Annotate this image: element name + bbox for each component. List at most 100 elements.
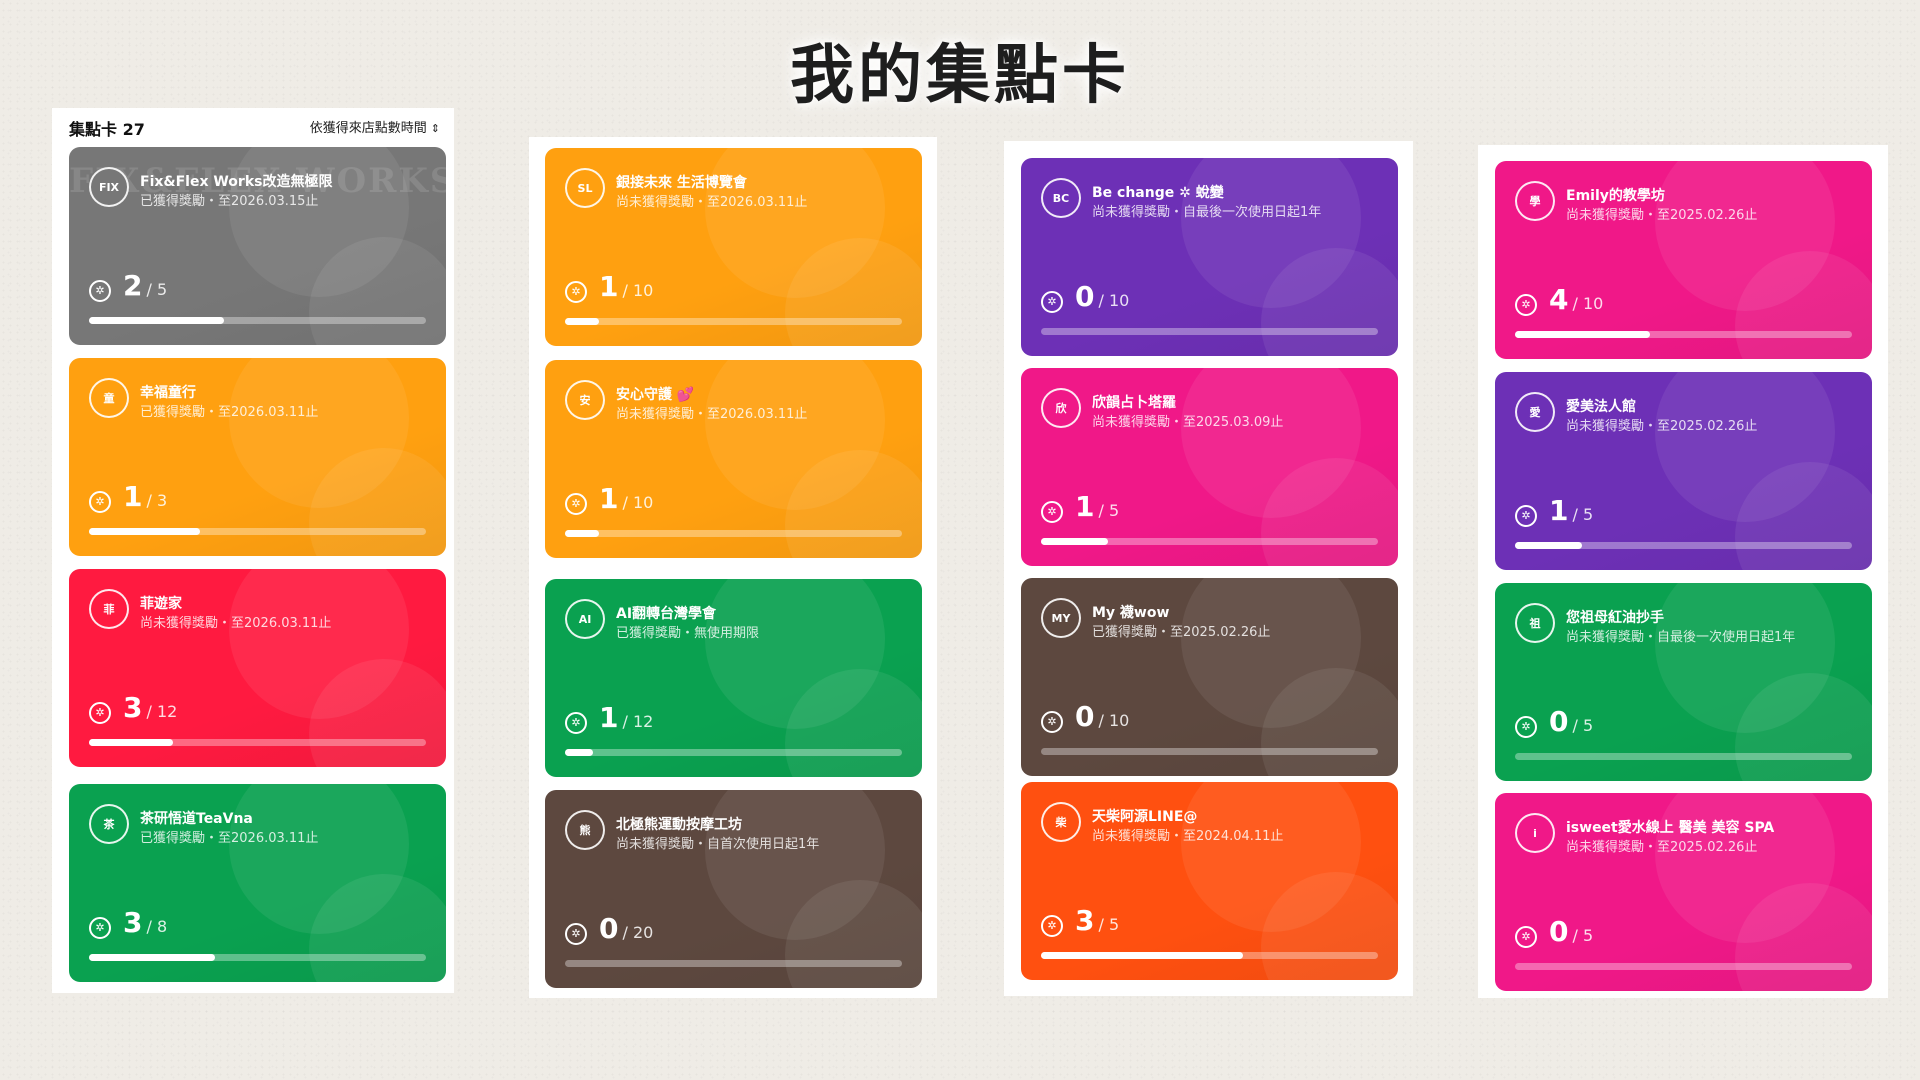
shop-name: My 襪wow [1092,605,1170,621]
stamp-card[interactable]: 童 幸福童行 已獲得獎勵・至2026.03.11止 ✲ 1/ 3 [69,358,446,556]
shop-avatar-glyph: FIX [98,180,120,194]
stamp-card[interactable]: 菲 菲遊家 尚未獲得獎勵・至2026.03.11止 ✲ 3/ 12 [69,569,446,767]
point-count: 3/ 12 [123,691,177,724]
progress-fill [565,749,593,756]
point-count: 1/ 10 [599,482,653,515]
point-count: 1/ 10 [599,270,653,303]
current-points: 3 [123,906,143,939]
shop-avatar-glyph: SL [577,181,593,195]
shop-avatar-glyph: 學 [1529,195,1541,208]
progress-bar [565,960,902,967]
stamp-icon: ✲ [1515,505,1537,527]
stamp-card[interactable]: i isweet愛水線上 醫美 美容 SPA 尚未獲得獎勵・至2025.02.26止… [1495,793,1872,991]
total-points: / 5 [146,280,168,299]
stamp-card[interactable]: AI AI翻轉台灣學會 已獲得獎勵・無使用期限 ✲ 1/ 12 [545,579,922,777]
shop-avatar: 愛 [1515,392,1555,432]
point-count: 0/ 10 [1075,280,1129,313]
card-count-label: 集點卡 27 [69,120,145,139]
sort-dropdown[interactable]: 依獲得來店點數時間 ⇕ [310,117,440,136]
total-points: / 5 [1098,915,1120,934]
reward-status: 已獲得獎勵・至2026.03.11止 [140,405,319,420]
reward-status: 尚未獲得獎勵・自最後一次使用日起1年 [1092,205,1322,220]
stamp-card[interactable]: 安 安心守護 💕 尚未獲得獎勵・至2026.03.11止 ✲ 1/ 10 [545,360,922,558]
stamp-icon: ✲ [565,712,587,734]
shop-avatar: SL [565,168,605,208]
reward-status: 尚未獲得獎勵・至2026.03.11止 [616,195,808,210]
shop-name: 菲遊家 [140,596,182,612]
stamp-card[interactable]: 熊 北極熊運動按摩工坊 尚未獲得獎勵・自首次使用日起1年 ✲ 0/ 20 [545,790,922,988]
reward-status: 尚未獲得獎勵・至2025.03.09止 [1092,415,1284,430]
list-header: 集點卡 27 依獲得來店點數時間 ⇕ [52,108,454,142]
stamp-icon: ✲ [1515,926,1537,948]
shop-avatar-glyph: 祖 [1529,617,1541,630]
progress-bar [89,528,426,535]
shop-avatar-glyph: i [1533,826,1537,840]
stamp-card[interactable]: 學 Emily的教學坊 尚未獲得獎勵・至2025.02.26止 ✲ 4/ 10 [1495,161,1872,359]
stamp-card[interactable]: FIX&FLEX WORKS FIX Fix&Flex Works改造無極限 已獲得獎… [69,147,446,345]
reward-status: 已獲得獎勵・至2026.03.11止 [140,831,319,846]
current-points: 0 [599,912,619,945]
progress-fill [89,528,201,535]
stamp-card[interactable]: 愛 愛美法人館 尚未獲得獎勵・至2025.02.26止 ✲ 1/ 5 [1495,372,1872,570]
total-points: / 10 [1098,291,1130,310]
shop-name: 北極熊運動按摩工坊 [616,817,742,833]
progress-bar [1515,542,1852,549]
card-column-4: 學 Emily的教學坊 尚未獲得獎勵・至2025.02.26止 ✲ 4/ 10 愛 愛美法人… [1478,145,1888,998]
total-points: / 10 [1098,711,1130,730]
total-points: / 12 [622,712,654,731]
shop-name: 銀接未來 生活博覽會 [616,175,747,191]
stamp-icon: ✲ [1041,915,1063,937]
progress-bar [89,954,426,961]
card-column-3: BC Be change ✲ 蛻變 尚未獲得獎勵・自最後一次使用日起1年 ✲ 0/ 10… [1004,141,1413,996]
shop-avatar-glyph: 安 [579,394,591,407]
current-points: 1 [1549,494,1569,527]
stamp-card[interactable]: 欣 欣韻占卜塔羅 尚未獲得獎勵・至2025.03.09止 ✲ 1/ 5 [1021,368,1398,566]
current-points: 1 [599,482,619,515]
total-points: / 12 [146,702,178,721]
total-points: / 10 [622,281,654,300]
progress-bar [1515,753,1852,760]
reward-status: 尚未獲得獎勵・至2024.04.11止 [1092,829,1284,844]
stamp-icon: ✲ [89,702,111,724]
shop-name: AI翻轉台灣學會 [616,606,717,622]
point-count: 4/ 10 [1549,283,1603,316]
shop-avatar: 茶 [89,804,129,844]
shop-avatar: 柴 [1041,802,1081,842]
progress-bar [1041,748,1378,755]
stamp-card[interactable]: SL 銀接未來 生活博覽會尚未獲得獎勵・至2026.03.11止 ✲ 1/ 10 [545,148,922,346]
stamp-card[interactable]: MY My 襪wow 已獲得獎勵・至2025.02.26止 ✲ 0/ 10 [1021,578,1398,776]
current-points: 4 [1549,283,1569,316]
current-points: 1 [599,701,619,734]
shop-name: Be change ✲ 蛻變 [1092,185,1224,201]
stamp-icon: ✲ [565,281,587,303]
point-count: 0/ 10 [1075,700,1129,733]
stamp-card[interactable]: 柴 天柴阿源LINE@ 尚未獲得獎勵・至2024.04.11止 ✲ 3/ 5 [1021,782,1398,980]
progress-fill [1041,952,1244,959]
card-column-1: 集點卡 27 依獲得來店點數時間 ⇕ FIX&FLEX WORKS FIX Fix&F… [52,108,454,993]
total-points: / 5 [1572,505,1594,524]
progress-fill [1515,331,1650,338]
stamp-icon: ✲ [89,917,111,939]
reward-status: 尚未獲得獎勵・至2026.03.11止 [616,407,808,422]
shop-avatar-glyph: 童 [103,392,115,405]
reward-status: 尚未獲得獎勵・至2026.03.11止 [140,616,332,631]
shop-name: 天柴阿源LINE@ [1092,809,1198,825]
shop-name: 愛美法人館 [1566,399,1636,415]
stamp-card[interactable]: 祖 您祖母紅油抄手 尚未獲得獎勵・自最後一次使用日起1年 ✲ 0/ 5 [1495,583,1872,781]
shop-avatar: 熊 [565,810,605,850]
point-count: 0/ 20 [599,912,653,945]
shop-avatar-glyph: 柴 [1055,816,1067,829]
progress-fill [565,318,599,325]
point-count: 1/ 5 [1549,494,1593,527]
progress-bar [1515,331,1852,338]
stamp-card[interactable]: BC Be change ✲ 蛻變 尚未獲得獎勵・自最後一次使用日起1年 ✲ 0/ 10 [1021,158,1398,356]
progress-bar [89,739,426,746]
progress-fill [89,317,224,324]
stamp-icon: ✲ [89,280,111,302]
point-count: 2/ 5 [123,269,167,302]
stamp-card[interactable]: 茶 茶研悟道TeaVna 已獲得獎勵・至2026.03.11止 ✲ 3/ 8 [69,784,446,982]
stamp-icon: ✲ [1041,711,1063,733]
total-points: / 5 [1572,926,1594,945]
total-points: / 20 [622,923,654,942]
progress-bar [565,530,902,537]
